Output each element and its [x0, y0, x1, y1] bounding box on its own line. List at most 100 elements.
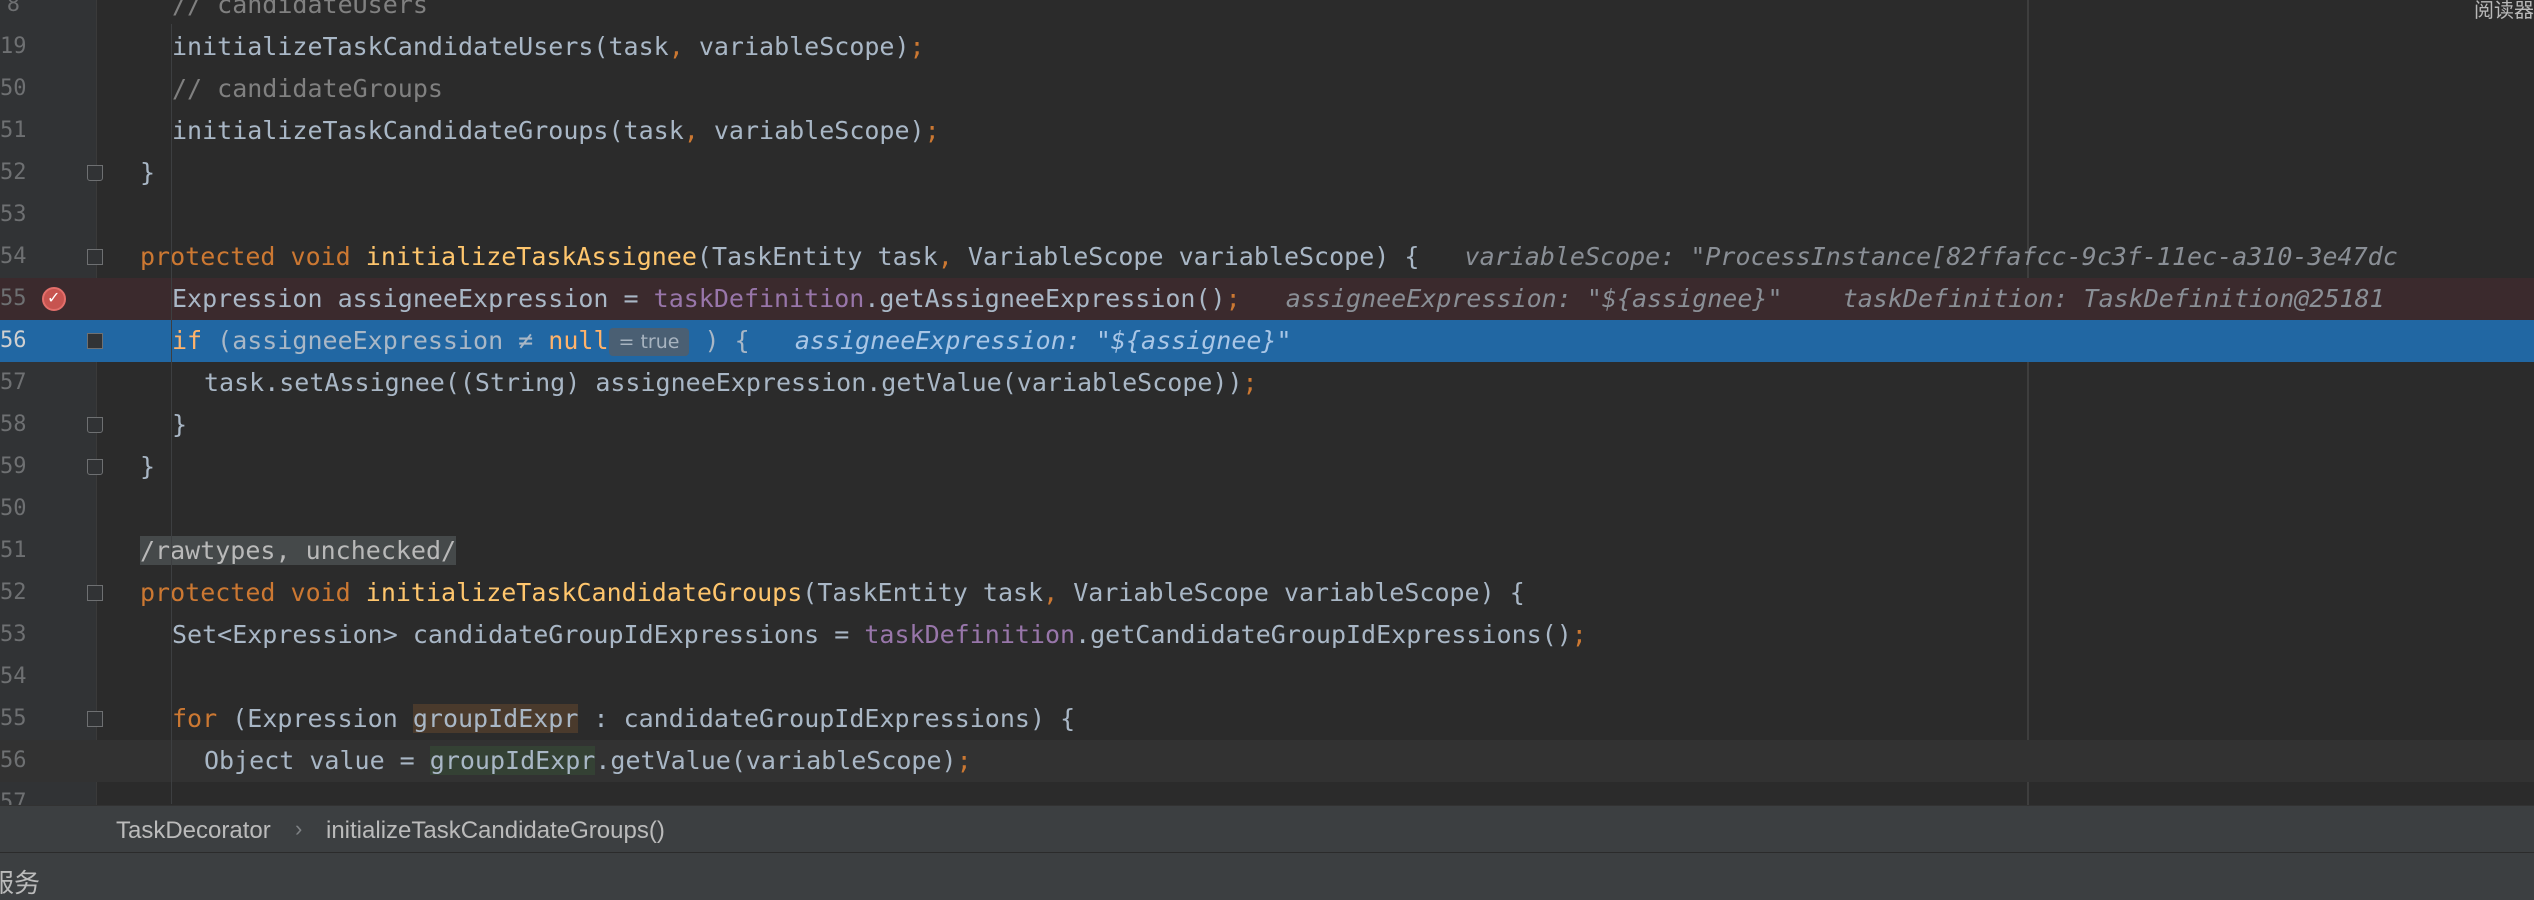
code-line[interactable]: 54 protected void initializeTaskAssignee(…	[0, 236, 2534, 278]
code-token: ,	[668, 32, 684, 61]
code-editor[interactable]: 8 // candidateUsers 19 initializeTaskCandid…	[0, 0, 2534, 805]
code-token: /rawtypes, unchecked/	[140, 536, 457, 565]
code-token: Expression assigneeExpression =	[172, 284, 654, 313]
inline-value-hint: = true	[608, 328, 690, 356]
code-token: ) {	[689, 326, 750, 355]
services-tool-window-label[interactable]: 服务	[0, 863, 40, 900]
code-text[interactable]: Object value = groupIdExpr.getValue(vari…	[204, 740, 972, 782]
code-line[interactable]: 53	[0, 194, 2534, 236]
code-line[interactable]: 55 for (Expression groupIdExpr : candidat…	[0, 698, 2534, 740]
fold-marker-icon[interactable]	[87, 417, 103, 433]
line-number[interactable]: 50	[0, 488, 27, 530]
code-line[interactable]: 51/rawtypes, unchecked/	[0, 530, 2534, 572]
line-number[interactable]: 58	[0, 404, 27, 446]
code-token: ,	[937, 242, 953, 271]
code-token: }	[172, 410, 188, 439]
code-line[interactable]: 54	[0, 656, 2534, 698]
code-token: taskDefinition	[864, 620, 1076, 649]
code-line[interactable]: 52 protected void initializeTaskCandidate…	[0, 572, 2534, 614]
code-line[interactable]: 59}	[0, 446, 2534, 488]
line-number[interactable]: 56	[0, 320, 27, 362]
code-token: null	[548, 326, 609, 355]
code-token: ,	[1043, 578, 1059, 607]
code-token: groupIdExpr	[429, 746, 596, 775]
line-number[interactable]: 52	[0, 572, 27, 614]
code-token: .getCandidateGroupIdExpressions()	[1075, 620, 1572, 649]
code-line[interactable]: 50 // candidateGroups	[0, 68, 2534, 110]
line-number[interactable]: 54	[0, 656, 27, 698]
code-token: if	[172, 326, 218, 355]
reader-mode-label[interactable]: 阅读器	[2474, 0, 2534, 20]
line-number[interactable]: 55	[0, 698, 27, 740]
code-text[interactable]: initializeTaskCandidateGroups(task, vari…	[172, 110, 940, 152]
code-text[interactable]: // candidateGroups	[172, 68, 443, 110]
line-number[interactable]: 19	[0, 26, 27, 68]
code-token: groupIdExpr	[412, 704, 579, 733]
fold-marker-icon[interactable]	[87, 249, 103, 265]
code-token: (TaskEntity task	[696, 242, 938, 271]
code-token: // candidateUsers	[172, 0, 428, 19]
code-line[interactable]: 53 Set<Expression> candidateGroupIdExpres…	[0, 614, 2534, 656]
fold-marker-icon[interactable]	[87, 585, 103, 601]
indent-guide	[171, 360, 172, 440]
code-line[interactable]: 57	[0, 782, 2534, 805]
code-token: for	[172, 704, 233, 733]
line-number[interactable]: 52	[0, 152, 27, 194]
code-token: ;	[1242, 368, 1258, 397]
code-token: .getValue(variableScope)	[595, 746, 957, 775]
code-token: protected void	[140, 578, 366, 607]
line-number[interactable]: 59	[0, 446, 27, 488]
code-token: ;	[1225, 284, 1241, 313]
code-line[interactable]: 8 // candidateUsers	[0, 0, 2534, 26]
fold-marker-icon[interactable]	[87, 459, 103, 475]
code-token: initializeTaskCandidateGroups(task	[172, 116, 684, 145]
line-number[interactable]: 57	[0, 362, 27, 404]
code-line[interactable]: 57 task.setAssignee((String) assigneeExpr…	[0, 362, 2534, 404]
code-text[interactable]: // candidateUsers	[172, 0, 428, 26]
line-number[interactable]: 53	[0, 194, 27, 236]
code-token: }	[140, 452, 156, 481]
code-text[interactable]: }	[140, 446, 155, 488]
code-line[interactable]: 58}	[0, 404, 2534, 446]
breadcrumb: TaskDecorator › initializeTaskCandidateG…	[0, 805, 2534, 852]
code-text[interactable]: if (assigneeExpression ≠ null = true ) { …	[172, 320, 1292, 362]
fold-marker-icon[interactable]	[87, 165, 103, 181]
code-text[interactable]: }	[172, 404, 187, 446]
code-text[interactable]: }	[140, 152, 155, 194]
code-line[interactable]: 56 Object value = groupIdExpr.getValue(va…	[0, 740, 2534, 782]
code-text[interactable]: protected void initializeTaskAssignee(Ta…	[140, 236, 2398, 278]
code-token: variableScope)	[698, 116, 925, 145]
code-text[interactable]: /rawtypes, unchecked/	[140, 530, 457, 572]
code-line[interactable]: 55 Expression assigneeExpression = taskDe…	[0, 278, 2534, 320]
code-text[interactable]: initializeTaskCandidateUsers(task, varia…	[172, 26, 925, 68]
fold-marker-icon[interactable]	[87, 711, 103, 727]
line-number[interactable]: 55	[0, 278, 27, 320]
code-line[interactable]: 50	[0, 488, 2534, 530]
line-number[interactable]: 56	[0, 740, 27, 782]
fold-marker-icon[interactable]	[87, 333, 103, 349]
code-token: ;	[956, 746, 972, 775]
code-token: VariableScope variableScope) {	[952, 242, 1420, 271]
code-text[interactable]: for (Expression groupIdExpr : candidateG…	[172, 698, 1075, 740]
line-number[interactable]: 51	[0, 110, 27, 152]
line-number[interactable]: 8	[0, 0, 20, 26]
line-number[interactable]: 53	[0, 614, 27, 656]
code-text[interactable]: task.setAssignee((String) assigneeExpres…	[204, 362, 1258, 404]
code-text[interactable]: Set<Expression> candidateGroupIdExpressi…	[172, 614, 1587, 656]
code-line[interactable]: 51 initializeTaskCandidateGroups(task, va…	[0, 110, 2534, 152]
line-number[interactable]: 54	[0, 236, 27, 278]
breadcrumb-class[interactable]: TaskDecorator	[116, 817, 271, 845]
code-text[interactable]: Expression assigneeExpression = taskDefi…	[172, 278, 2385, 320]
line-number[interactable]: 57	[0, 782, 27, 805]
code-line[interactable]: 19 initializeTaskCandidateUsers(task, var…	[0, 26, 2534, 68]
code-line[interactable]: 52}	[0, 152, 2534, 194]
code-token: // candidateGroups	[172, 74, 443, 103]
code-token: ;	[1571, 620, 1587, 649]
code-token: ;	[924, 116, 940, 145]
code-text[interactable]: protected void initializeTaskCandidateGr…	[140, 572, 1525, 614]
line-number[interactable]: 51	[0, 530, 27, 572]
code-token: : candidateGroupIdExpressions) {	[578, 704, 1076, 733]
line-number[interactable]: 50	[0, 68, 27, 110]
code-line[interactable]: 56 if (assigneeExpression ≠ null = true ) …	[0, 320, 2534, 362]
breadcrumb-method[interactable]: initializeTaskCandidateGroups()	[326, 817, 665, 845]
